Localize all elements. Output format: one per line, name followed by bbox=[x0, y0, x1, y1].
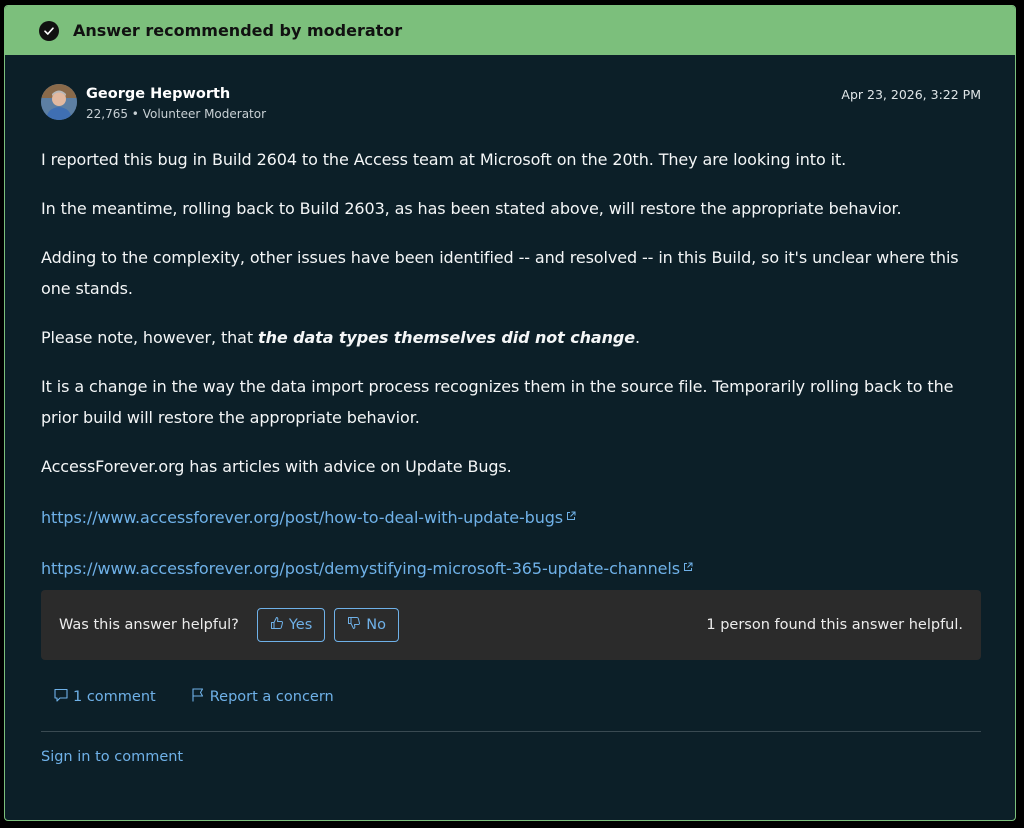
external-link-icon bbox=[683, 551, 693, 582]
answer-card: Answer recommended by moderator George H… bbox=[4, 5, 1016, 821]
article-link-update-channels[interactable]: https://www.accessforever.org/post/demys… bbox=[41, 551, 981, 584]
helpful-question: Was this answer helpful? bbox=[59, 617, 239, 633]
section-divider bbox=[41, 731, 981, 732]
answer-paragraph-5: It is a change in the way the data impor… bbox=[41, 377, 954, 427]
post-timestamp: Apr 23, 2026, 3:22 PM bbox=[841, 87, 981, 102]
comments-label: 1 comment bbox=[73, 689, 156, 705]
report-concern-button[interactable]: Report a concern bbox=[190, 687, 334, 707]
helpful-feedback-bar: Was this answer helpful? Yes No 1 person… bbox=[41, 590, 981, 660]
article-link-update-bugs[interactable]: https://www.accessforever.org/post/how-t… bbox=[41, 500, 981, 533]
answer-paragraph-1: I reported this bug in Build 2604 to the… bbox=[41, 150, 847, 169]
paragraph-4-suffix: . bbox=[634, 328, 640, 347]
thumbs-up-icon bbox=[270, 616, 289, 634]
thumbs-down-icon bbox=[347, 616, 366, 634]
author-reputation: 22,765 • Volunteer Moderator bbox=[86, 107, 267, 121]
comment-icon bbox=[53, 687, 73, 707]
paragraph-4-emphasis: the data types themselves did not change bbox=[258, 328, 635, 347]
answer-paragraph-3: Adding to the complexity, other issues h… bbox=[41, 248, 959, 298]
flag-icon bbox=[190, 687, 210, 707]
link-text: https://www.accessforever.org/post/how-t… bbox=[41, 508, 564, 527]
external-link-icon bbox=[566, 500, 576, 531]
no-button[interactable]: No bbox=[334, 608, 400, 642]
paragraph-4-prefix: Please note, however, that bbox=[41, 328, 259, 347]
moderator-recommended-banner: Answer recommended by moderator bbox=[5, 6, 1015, 55]
author-header: George Hepworth 22,765 • Volunteer Moder… bbox=[41, 55, 981, 121]
answer-paragraph-2: In the meantime, rolling back to Build 2… bbox=[41, 199, 902, 218]
link-text: https://www.accessforever.org/post/demys… bbox=[41, 559, 680, 578]
report-concern-label: Report a concern bbox=[209, 689, 334, 705]
checkmark-circle-icon bbox=[39, 20, 59, 41]
avatar[interactable] bbox=[41, 84, 77, 120]
answer-content: George Hepworth 22,765 • Volunteer Moder… bbox=[41, 55, 981, 765]
answer-actions: 1 comment Report a concern bbox=[53, 687, 368, 707]
answer-paragraph-4: Please note, however, that the data type… bbox=[41, 322, 981, 353]
no-label: No bbox=[366, 617, 387, 633]
author-name[interactable]: George Hepworth bbox=[86, 86, 230, 102]
helpful-count: 1 person found this answer helpful. bbox=[706, 617, 963, 633]
comments-button[interactable]: 1 comment bbox=[53, 687, 156, 707]
answer-paragraph-6: AccessForever.org has articles with advi… bbox=[41, 457, 512, 476]
sign-in-to-comment-link[interactable]: Sign in to comment bbox=[41, 749, 183, 765]
yes-button[interactable]: Yes bbox=[256, 608, 326, 642]
yes-label: Yes bbox=[288, 617, 313, 633]
banner-label: Answer recommended by moderator bbox=[73, 21, 403, 40]
